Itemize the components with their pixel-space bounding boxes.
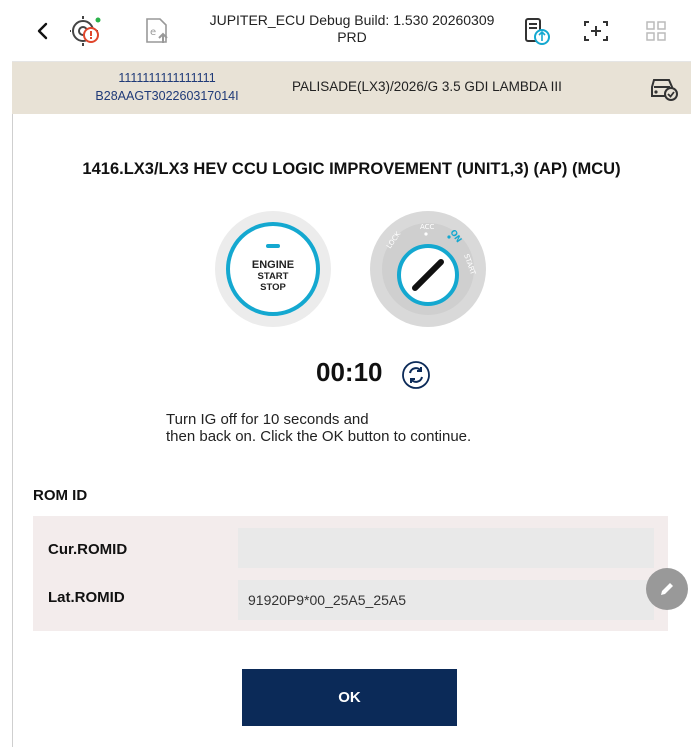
app-title-line1: JUPITER_ECU Debug Build: 1.530 20260309 bbox=[209, 12, 495, 28]
vin-block: 1111111111111111 B28AAGT302260317014I bbox=[82, 69, 252, 105]
ignition-key-icon: LOCK ACC ON START bbox=[382, 223, 477, 315]
instruction-line1: Turn IG off for 10 seconds and bbox=[166, 411, 369, 428]
diagnostic-warning-icon[interactable] bbox=[70, 14, 104, 48]
vehicle-info-bar: 1111111111111111 B28AAGT302260317014I PA… bbox=[12, 62, 691, 114]
engine-label-line2: START bbox=[257, 271, 289, 282]
engine-indicator-dash bbox=[266, 244, 280, 248]
edit-button[interactable] bbox=[646, 568, 688, 610]
rom-id-heading: ROM ID bbox=[33, 487, 88, 504]
procedure-title: 1416.LX3/LX3 HEV CCU LOGIC IMPROVEMENT (… bbox=[82, 160, 621, 178]
instruction-line2: then back on. Click the OK button to con… bbox=[166, 428, 472, 445]
back-icon[interactable] bbox=[26, 14, 60, 48]
ok-button[interactable]: OK bbox=[242, 669, 457, 726]
vehicle-model: PALISADE(LX3)/2026/G 3.5 GDI LAMBDA III bbox=[292, 79, 562, 94]
grid-menu-icon[interactable] bbox=[639, 14, 673, 48]
instruction-text: Turn IG off for 10 seconds and then back… bbox=[166, 411, 471, 445]
e-upload-icon[interactable]: e bbox=[140, 14, 174, 48]
key-label-acc: ACC bbox=[420, 223, 435, 231]
cur-romid-label: Cur.ROMID bbox=[48, 541, 128, 558]
top-bar: e JUPITER_ECU Debug Build: 1.530 2026030… bbox=[12, 0, 691, 62]
vin-line1: 1111111111111111 bbox=[118, 71, 216, 85]
lat-romid-label: Lat.ROMID bbox=[48, 589, 125, 606]
cur-romid-field bbox=[238, 528, 654, 568]
engine-button-ring: ENGINE START STOP bbox=[226, 222, 320, 316]
screenshot-frame-icon[interactable] bbox=[579, 14, 613, 48]
vin-line2: B28AAGT302260317014I bbox=[95, 89, 239, 103]
app-title: JUPITER_ECU Debug Build: 1.530 20260309 … bbox=[192, 12, 512, 46]
rom-id-panel: Cur.ROMID Lat.ROMID 91920P9*00_25A5_25A5 bbox=[33, 516, 668, 631]
engine-button-label: ENGINE START STOP bbox=[230, 259, 316, 294]
usb-device-icon[interactable] bbox=[519, 14, 553, 48]
lat-romid-field: 91920P9*00_25A5_25A5 bbox=[238, 580, 654, 620]
engine-label-line3: STOP bbox=[260, 282, 286, 293]
countdown-timer: 00:10 bbox=[316, 357, 383, 387]
refresh-icon[interactable] bbox=[401, 360, 431, 390]
ignition-key-dial: LOCK ACC ON START bbox=[370, 211, 486, 327]
pencil-icon bbox=[661, 583, 673, 595]
engine-label-line1: ENGINE bbox=[251, 259, 295, 271]
engine-start-stop-button: ENGINE START STOP bbox=[215, 211, 331, 327]
svg-text:e: e bbox=[150, 27, 156, 38]
car-check-icon[interactable] bbox=[649, 74, 679, 102]
app-title-line2: PRD bbox=[337, 29, 367, 45]
